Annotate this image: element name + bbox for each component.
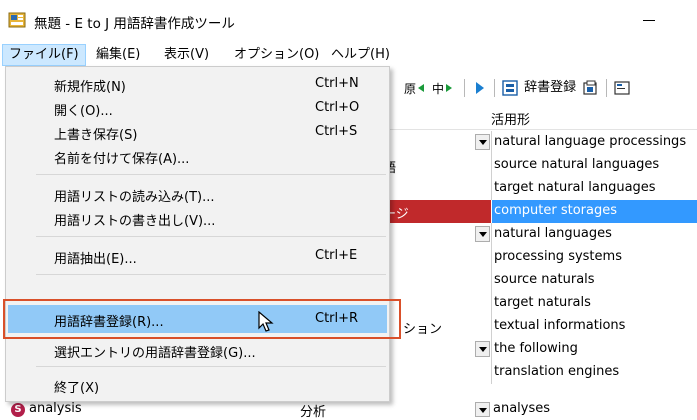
play-icon[interactable] (474, 73, 486, 103)
svg-text:原: 原 (404, 82, 416, 96)
menu-item-shortcut: Ctrl+N (315, 76, 359, 91)
table-row[interactable]: 語 source natural languages (383, 154, 697, 177)
menu-file[interactable]: ファイル(F) (2, 44, 86, 66)
menu-item-shortcut: Ctrl+E (315, 248, 358, 263)
menu-item-label: 名前を付けて保存(A)... (54, 152, 190, 167)
callout-highlight (3, 299, 401, 339)
row-inflection: analyses (493, 401, 551, 416)
row-inflection: source naturals (494, 272, 595, 287)
menu-item-label: 終了(X) (54, 381, 100, 396)
cell-separator (491, 269, 492, 292)
menu-item-label: 用語リストの読み込み(T)... (54, 190, 215, 205)
toolbar: 原 中 辞書登録 (390, 73, 697, 103)
menu-item-label: 選択エントリの用語辞書登録(G)... (54, 346, 256, 361)
row-term: ション (403, 322, 443, 337)
table-row[interactable]: the following (383, 338, 697, 361)
dictionary-icon (502, 79, 518, 96)
minimize-button[interactable] (643, 20, 655, 21)
menu-separator (36, 236, 386, 237)
row-headword: analysis (29, 401, 82, 416)
row-inflection: textual informations (494, 318, 626, 333)
row-inflection: processing systems (494, 249, 622, 264)
menu-help[interactable]: ヘルプ(H) (325, 44, 396, 66)
menu-separator (36, 366, 386, 367)
dropdown-button[interactable] (475, 341, 490, 357)
source-badge-icon: S (11, 403, 25, 417)
column-header-inflection: 活用形 (491, 113, 531, 128)
menu-bar: ファイル(F) 編集(E) 表示(V) オプション(O) ヘルプ(H) (0, 44, 697, 66)
file-menu-dropdown: 新規作成(N) Ctrl+N 開く(O)... Ctrl+O 上書き保存(S) … (5, 66, 390, 402)
menu-item-open[interactable]: 開く(O)... Ctrl+O (8, 95, 387, 121)
table-row[interactable]: S analysis 分析 analyses (0, 400, 697, 420)
row-inflection: source natural languages (494, 157, 660, 172)
menu-edit[interactable]: 編集(E) (90, 44, 146, 66)
menu-item-extract-terms[interactable]: 用語抽出(E)... Ctrl+E (8, 243, 387, 269)
table-row-selected[interactable]: ージ computer storages (383, 200, 697, 223)
menu-item-new[interactable]: 新規作成(N) Ctrl+N (8, 71, 387, 97)
cell-separator (491, 177, 492, 200)
table-row[interactable]: source naturals (383, 269, 697, 292)
toolbar-separator (464, 79, 465, 97)
dropdown-button[interactable] (475, 134, 490, 150)
cell-separator (491, 131, 492, 154)
row-inflection: natural languages (494, 226, 612, 241)
menu-separator (36, 274, 386, 275)
menu-item-label: 開く(O)... (54, 104, 113, 119)
menu-item-label: 用語抽出(E)... (54, 252, 137, 267)
menu-item-label: 上書き保存(S) (54, 128, 138, 143)
properties-icon[interactable] (614, 73, 632, 103)
row-inflection: target natural languages (494, 180, 656, 195)
table-row[interactable]: target naturals (383, 292, 697, 315)
forward-word-icon[interactable]: 中 (432, 73, 456, 103)
menu-item-shortcut: Ctrl+S (315, 124, 358, 139)
menu-item-save[interactable]: 上書き保存(S) Ctrl+S (8, 119, 387, 145)
menu-item-exit[interactable]: 終了(X) (8, 372, 387, 398)
svg-text:中: 中 (432, 81, 444, 96)
title-bar: 無題 - E to J 用語辞書作成ツール (0, 0, 697, 42)
app-icon (8, 12, 26, 28)
row-inflection: natural language processings (494, 134, 687, 149)
dict-register-button[interactable]: 辞書登録 (502, 73, 576, 103)
table-row[interactable]: natural languages (383, 223, 697, 246)
term-grid: 活用形 natural language processings 語 sourc… (383, 106, 697, 419)
toolbar-separator (494, 79, 495, 97)
menu-item-shortcut: Ctrl+O (315, 100, 360, 115)
menu-item-label: 用語リストの書き出し(V)... (54, 214, 216, 229)
menu-separator (36, 174, 386, 175)
cell-separator (491, 292, 492, 315)
row-term: 分析 (300, 405, 327, 420)
dictionary-view-icon[interactable] (582, 73, 600, 103)
header-divider (383, 129, 697, 130)
mouse-cursor-icon (258, 311, 274, 332)
cell-separator (491, 154, 492, 177)
cell-separator (491, 338, 492, 361)
row-inflection: computer storages (494, 203, 617, 218)
menu-item-label: 新規作成(N) (54, 80, 126, 95)
cell-separator (491, 223, 492, 246)
table-row[interactable]: target natural languages (383, 177, 697, 200)
menu-item-export-term-list[interactable]: 用語リストの書き出し(V)... (8, 205, 387, 231)
toolbar-separator (606, 79, 607, 97)
row-inflection: translation engines (494, 364, 620, 379)
row-inflection: the following (494, 341, 578, 356)
table-row[interactable]: natural language processings (383, 131, 697, 154)
cell-separator (491, 315, 492, 338)
table-row[interactable]: translation engines (383, 361, 697, 384)
cell-separator (491, 361, 492, 384)
back-word-icon[interactable]: 原 (404, 73, 426, 103)
menu-options[interactable]: オプション(O) (228, 44, 325, 66)
cell-separator (491, 246, 492, 269)
row-inflection: target naturals (494, 295, 591, 310)
dropdown-button[interactable] (475, 402, 490, 417)
menu-item-register-selected[interactable]: 選択エントリの用語辞書登録(G)... (8, 337, 387, 363)
table-row[interactable]: ション textual informations (383, 315, 697, 338)
dict-register-label: 辞書登録 (524, 80, 577, 95)
dropdown-button[interactable] (475, 226, 490, 242)
menu-view[interactable]: 表示(V) (158, 44, 215, 66)
window-title: 無題 - E to J 用語辞書作成ツール (34, 16, 235, 32)
menu-item-save-as[interactable]: 名前を付けて保存(A)... (8, 143, 387, 169)
menu-item-import-term-list[interactable]: 用語リストの読み込み(T)... (8, 181, 387, 207)
table-row[interactable]: processing systems (383, 246, 697, 269)
